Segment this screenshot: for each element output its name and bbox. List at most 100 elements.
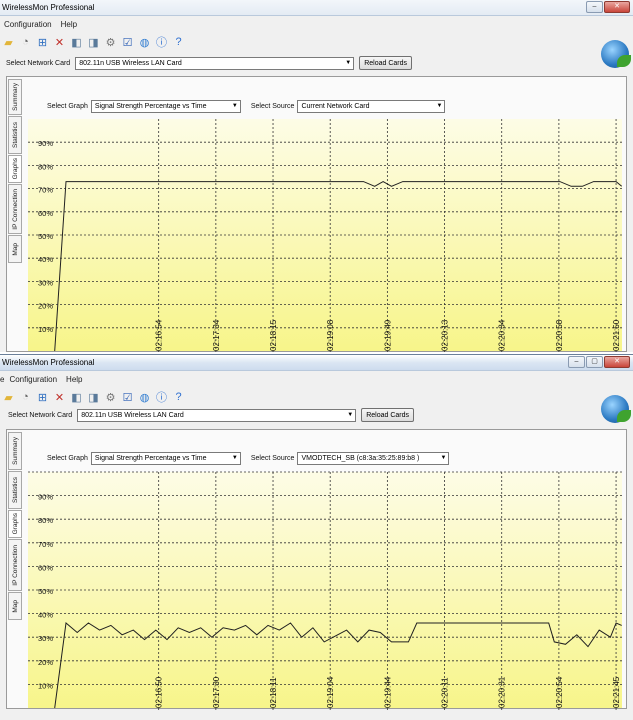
adapter-icon[interactable]: ◧ xyxy=(68,35,85,50)
signal-strength-plot: 10% 20% 30% 40% 50% 60% 70% 80% 90% 02:16:54 02:17… xyxy=(28,119,622,352)
disconnect-icon[interactable]: ✕ xyxy=(51,35,68,50)
menu-configuration[interactable]: Configuration xyxy=(9,375,57,384)
x-tick-label: 02:20:54 xyxy=(555,676,564,708)
y-tick-label: 60% xyxy=(38,209,53,218)
adapter-settings-icon[interactable]: ◨ xyxy=(85,35,102,50)
help-icon[interactable]: ? xyxy=(170,390,187,405)
network-card-label: Select Network Card xyxy=(6,59,71,67)
x-tick-label: 02:20:58 xyxy=(555,319,564,351)
x-tick-label: 02:20:34 xyxy=(498,319,507,351)
help-icon[interactable]: ? xyxy=(170,35,187,50)
select-graph-dropdown[interactable]: Signal Strength Percentage vs Time ▼ xyxy=(90,452,241,465)
chevron-down-icon: ▼ xyxy=(345,59,352,66)
network-icon[interactable]: ⊞ xyxy=(34,35,51,50)
disconnect-icon[interactable]: ✕ xyxy=(51,390,68,405)
wirelessmon-logo-icon xyxy=(601,40,631,68)
tab-summary[interactable]: Summary xyxy=(8,432,22,470)
select-source-dropdown[interactable]: Current Network Card ▼ xyxy=(297,100,446,113)
signal-strength-chart: 10% 20% 30% 40% 50% 60% 70% 80% 90% 02:16:54 02:17… xyxy=(28,117,622,352)
window-title: WirelessMon Professional xyxy=(2,358,95,367)
menu-help[interactable]: Help xyxy=(66,375,82,384)
graph-select-row: Select Graph Signal Strength Percentage … xyxy=(47,100,446,113)
x-tick-label: 02:19:04 xyxy=(326,676,335,708)
wirelessmon-window-1: WirelessMon Professional – ✕ Configurati… xyxy=(0,0,633,352)
minimize-button[interactable]: – xyxy=(568,356,585,368)
tab-summary[interactable]: Summary xyxy=(8,79,22,115)
x-tick-label: 02:16:50 xyxy=(155,676,164,708)
y-tick-label: 10% xyxy=(38,325,53,334)
chevron-down-icon: ▼ xyxy=(231,103,238,109)
gauge-icon[interactable]: ◔ xyxy=(17,35,34,50)
x-tick-label: 02:18:15 xyxy=(269,319,278,351)
y-tick-label: 90% xyxy=(38,493,53,502)
tab-graphs[interactable]: Graphs xyxy=(8,510,22,538)
menu-bar: Configuration Help xyxy=(0,17,633,31)
x-tick-label: 02:21:45 xyxy=(612,676,621,708)
open-folder-icon[interactable]: ▰ xyxy=(0,35,17,50)
y-tick-label: 70% xyxy=(38,540,53,549)
select-source-dropdown[interactable]: VMODTECH_SB (c8:3a:35:25:89:b8 ) ▼ xyxy=(297,452,450,465)
network-card-value: 802.11n USB Wireless LAN Card xyxy=(79,59,182,67)
y-tick-label: 40% xyxy=(38,255,53,264)
toolbar: ▰ ◔ ⊞ ✕ ◧ ◨ ⚙ ☑ ◍ ⓘ ? xyxy=(0,388,187,406)
x-tick-label: 02:17:30 xyxy=(212,676,221,708)
tab-graphs[interactable]: Graphs xyxy=(8,155,22,183)
y-tick-label: 50% xyxy=(38,232,53,241)
y-tick-label: 80% xyxy=(38,162,53,171)
tab-frame: Summary Statistics Graphs IP Connection … xyxy=(6,429,627,710)
graph-select-row: Select Graph Signal Strength Percentage … xyxy=(47,452,450,465)
x-tick-label: 02:21:50 xyxy=(612,319,621,351)
maximize-button[interactable]: ▢ xyxy=(586,356,603,368)
menu-help[interactable]: Help xyxy=(61,20,77,29)
reload-cards-button[interactable]: Reload Cards xyxy=(361,408,415,422)
tab-ip-connection[interactable]: IP Connection xyxy=(8,184,22,234)
globe-icon[interactable]: ◍ xyxy=(136,35,153,50)
tab-statistics[interactable]: Statistics xyxy=(8,471,22,509)
chevron-down-icon: ▼ xyxy=(436,103,443,109)
select-source-label: Select Source xyxy=(250,103,295,110)
info-icon[interactable]: ⓘ xyxy=(153,35,170,50)
chevron-down-icon: ▼ xyxy=(440,455,447,461)
network-card-select[interactable]: 802.11n USB Wireless LAN Card ▼ xyxy=(75,56,355,70)
close-button[interactable]: ✕ xyxy=(604,356,630,368)
y-tick-label: 20% xyxy=(38,302,53,311)
window-title: WirelessMon Professional xyxy=(2,3,95,12)
x-tick-label: 02:19:44 xyxy=(383,676,392,708)
adapter-settings-icon[interactable]: ◨ xyxy=(85,390,102,405)
minimize-button[interactable]: – xyxy=(586,1,603,13)
tab-frame: Summary Statistics Graphs IP Connection … xyxy=(6,76,627,352)
title-bar[interactable]: WirelessMon Professional – ✕ xyxy=(0,0,633,16)
network-card-select[interactable]: 802.11n USB Wireless LAN Card ▼ xyxy=(77,408,357,422)
tab-ip-connection[interactable]: IP Connection xyxy=(8,539,22,591)
globe-icon[interactable]: ◍ xyxy=(136,390,153,405)
y-tick-label: 10% xyxy=(38,681,53,690)
select-graph-label: Select Graph xyxy=(47,455,88,462)
reload-cards-button[interactable]: Reload Cards xyxy=(359,56,413,70)
title-bar[interactable]: WirelessMon Professional – ▢ ✕ xyxy=(0,355,633,371)
menu-file[interactable]: e xyxy=(0,375,4,384)
open-folder-icon[interactable]: ▰ xyxy=(0,390,17,405)
tab-map[interactable]: Map xyxy=(8,235,22,263)
tab-statistics[interactable]: Statistics xyxy=(8,116,22,154)
y-tick-label: 30% xyxy=(38,634,53,643)
menu-configuration[interactable]: Configuration xyxy=(4,20,52,29)
network-card-row: Select Network Card 802.11n USB Wireless… xyxy=(6,56,413,70)
y-tick-label: 60% xyxy=(38,563,53,572)
tools-icon[interactable]: ⚙ xyxy=(102,390,119,405)
tools-icon[interactable]: ⚙ xyxy=(102,35,119,50)
network-card-label: Select Network Card xyxy=(8,411,73,419)
signal-strength-chart: 10% 20% 30% 40% 50% 60% 70% 80% 90% 02:16:50 02:17… xyxy=(28,470,622,710)
adapter-icon[interactable]: ◧ xyxy=(68,390,85,405)
network-icon[interactable]: ⊞ xyxy=(34,390,51,405)
info-icon[interactable]: ⓘ xyxy=(153,390,170,405)
network-card-row: Select Network Card 802.11n USB Wireless… xyxy=(8,408,415,422)
x-tick-label: 02:16:54 xyxy=(155,319,164,351)
checklist-icon[interactable]: ☑ xyxy=(119,390,136,405)
window-controls: – ✕ xyxy=(585,1,630,13)
gauge-icon[interactable]: ◔ xyxy=(17,390,34,405)
tab-map[interactable]: Map xyxy=(8,592,22,620)
checklist-icon[interactable]: ☑ xyxy=(119,35,136,50)
select-graph-dropdown[interactable]: Signal Strength Percentage vs Time ▼ xyxy=(90,100,241,113)
close-button[interactable]: ✕ xyxy=(604,1,630,13)
select-graph-value: Signal Strength Percentage vs Time xyxy=(94,103,207,110)
